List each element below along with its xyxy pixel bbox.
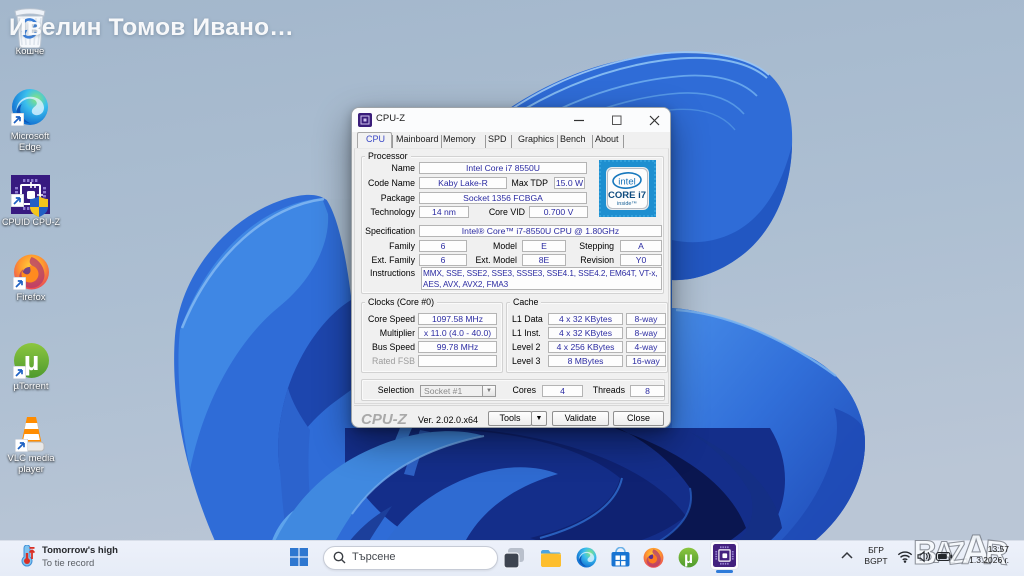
svg-text:intel: intel [618, 177, 635, 188]
svg-text:CORE i7: CORE i7 [608, 190, 646, 201]
svg-text:µ: µ [684, 550, 693, 567]
svg-text:µ: µ [24, 346, 40, 376]
svg-text:inside™: inside™ [617, 201, 637, 207]
